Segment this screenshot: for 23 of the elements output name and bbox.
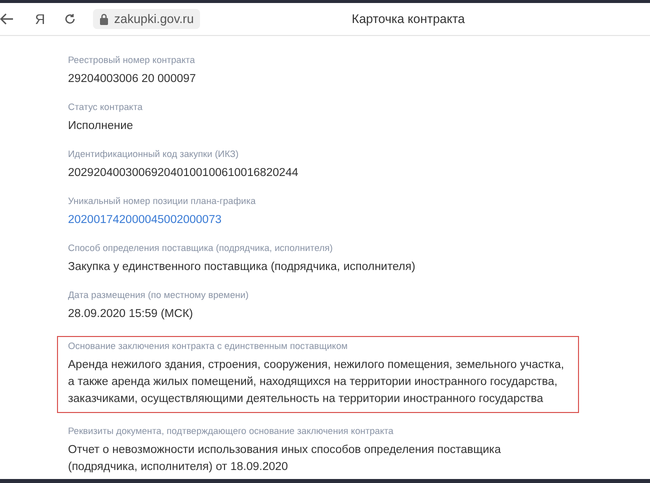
field-value: 202920400300692040100100610016820244 [68,166,300,181]
page-title: Карточка контракта [352,12,465,26]
field-label: Основание заключения контракта с единственным поставщиком [68,341,349,352]
field-link[interactable]: 202001742000045002000073 [68,212,568,229]
field-value: Отчет о невозможности использования иных способов определения поставщика (подрядчика, исполнителя) от 18.09.2020 [68,443,502,475]
field-label: Статус контракта [68,102,144,113]
field-value: 28.09.2020 15:59 (МСК) [68,307,194,322]
field-label: Дата размещения (по местному времени) [68,290,250,301]
field-label: Реквизиты документа, подтверждающего основание заключения контракта [68,426,394,437]
field-label: Идентификационный код закупки (ИКЗ) [68,149,240,160]
field-value: Исполнение [68,119,134,134]
back-arrow-icon[interactable] [0,13,14,25]
field-label: Способ определения поставщика (подрядчика, исполнителя) [68,243,334,254]
field-value: Аренда нежилого здания, строения, сооружения, нежилого помещения, земельного участка, а также аренда жилых помещений, находящихся на территории иностранного государства, заказчиками, осуществляющими деятельность на территории иностранного государства [68,358,566,407]
browser-logo[interactable]: Я [35,11,46,27]
address-bar[interactable]: zakupki.gov.ru [93,9,200,29]
field-value: 29204003006 20 000097 [68,72,197,87]
field-label: Реестровый номер контракта [68,55,196,66]
address-text: zakupki.gov.ru [114,12,194,26]
reload-icon[interactable] [64,13,76,25]
lock-icon [99,13,110,25]
field-value: Закупка у единственного поставщика (подрядчика, исполнителя) [68,260,416,275]
field-label: Уникальный номер позиции плана-графика [68,196,257,207]
